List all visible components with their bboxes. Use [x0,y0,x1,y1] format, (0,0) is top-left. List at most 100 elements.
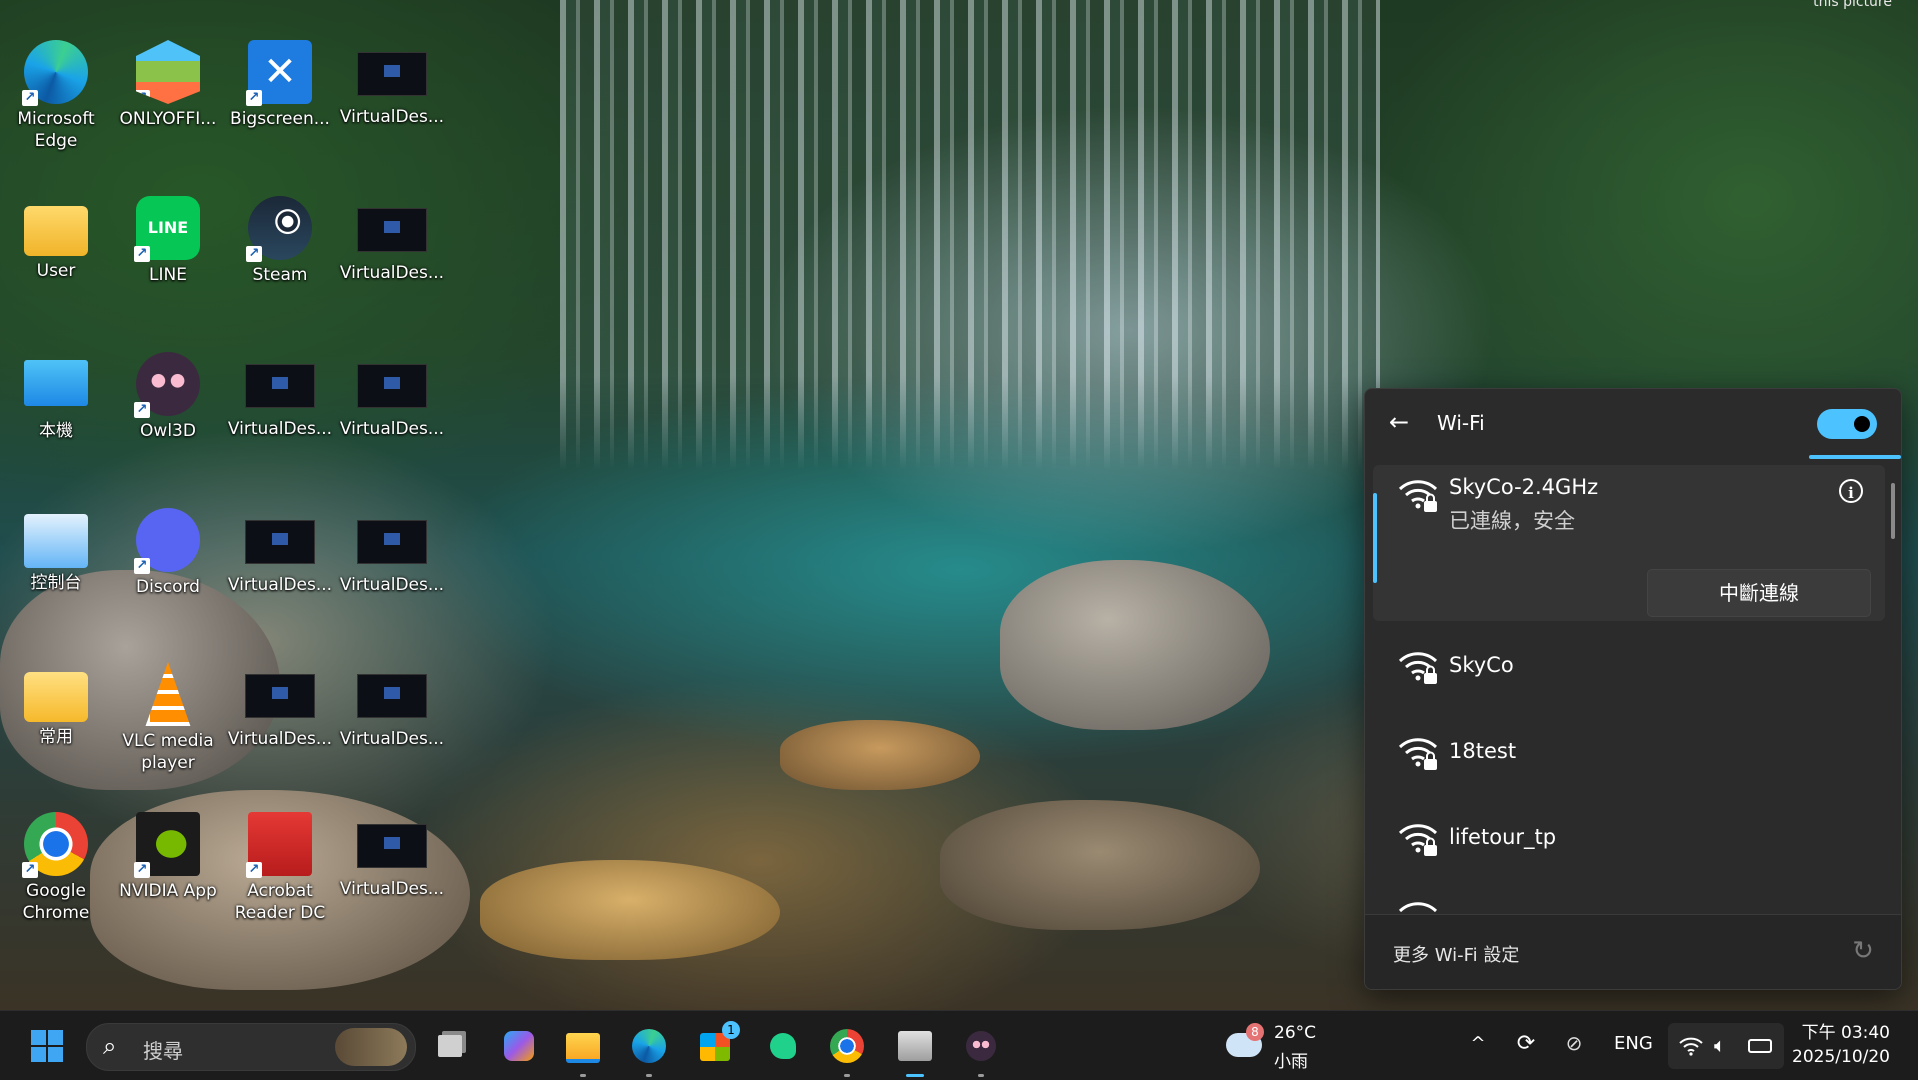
desktop-icon-virtualdesktop-5[interactable]: VirtualDes... [226,508,334,596]
selection-accent-bar [1373,493,1377,583]
discord-icon: ↗ [134,508,200,574]
desktop-icon-this-pc[interactable]: 本機 [2,352,110,442]
line-icon: LINE ↗ [134,196,200,262]
chrome-icon [830,1029,864,1063]
desktop-icon-discord[interactable]: ↗ Discord [114,508,222,598]
taskbar-edge[interactable] [628,1025,670,1077]
wifi-flyout-header: ← Wi-Fi [1365,389,1901,459]
desktop-icon-virtualdesktop-1[interactable]: VirtualDes... [338,40,446,128]
running-indicator [844,1074,850,1077]
virtualdesktop-thumbnail [245,520,315,564]
taskbar-owl3d[interactable] [960,1025,1002,1077]
search-icon: ⌕ [103,1032,117,1060]
wifi-toggle[interactable] [1817,409,1877,439]
desktop-icon-chrome[interactable]: ↗ Google Chrome [2,812,110,924]
icon-label: VirtualDes... [339,729,445,749]
desktop-icon-virtualdesktop-3[interactable]: VirtualDes... [226,352,334,440]
desktop-icon-virtualdesktop-4[interactable]: VirtualDes... [338,352,446,440]
virtualdesktop-thumbnail [357,520,427,564]
taskbar-file-explorer[interactable] [562,1025,604,1077]
desktop-icon-onlyoffice[interactable]: ↗ ONLYOFFI... [114,40,222,130]
icon-label: 本機 [39,421,73,441]
icon-label: User [36,261,76,281]
network-ssid: 18test [1449,739,1517,763]
wifi-icon [1679,1037,1703,1056]
start-button[interactable] [26,1025,68,1067]
icon-label: Acrobat Reader DC [234,881,326,923]
wifi-secured-icon [1398,824,1438,856]
wifi-network-connected[interactable]: SkyCo-2.4GHz 已連線，安全 i 中斷連線 [1373,465,1885,621]
desktop-icon-vlc[interactable]: ↗ VLC media player [114,662,222,774]
desktop-icon-virtualdesktop-8[interactable]: VirtualDes... [338,662,446,750]
info-icon[interactable]: i [1839,479,1863,503]
more-wifi-settings-link[interactable]: 更多 Wi-Fi 設定 [1393,941,1519,967]
wifi-secured-icon [1398,480,1438,512]
taskbar-media-player[interactable] [894,1025,936,1077]
show-hidden-icons-button[interactable]: ^ [1466,1033,1490,1057]
icon-label: VirtualDes... [339,263,445,283]
desktop-icon-owl3d[interactable]: ↗ Owl3D [114,352,222,442]
running-indicator [978,1074,984,1077]
taskbar-store[interactable]: 1 [694,1021,740,1067]
disconnect-button[interactable]: 中斷連線 [1647,569,1871,617]
clock-date: 2025/10/20 [1792,1047,1890,1067]
acrobat-icon: ↗ [246,812,312,878]
wifi-flyout-footer: 更多 Wi-Fi 設定 ↻ [1365,914,1901,989]
desktop-icon-edge[interactable]: ↗ Microsoft Edge [2,40,110,152]
icon-label: Google Chrome [22,881,90,923]
sync-icon[interactable]: ⟳ [1512,1031,1540,1059]
wifi-network-item[interactable]: lifetour_tp [1373,797,1885,883]
icon-label: Steam [252,265,308,285]
desktop-icon-line[interactable]: LINE ↗ LINE [114,196,222,286]
icon-label: VirtualDes... [227,419,333,439]
desktop-icon-steam[interactable]: ↗ Steam [226,196,334,286]
search-placeholder: 搜尋 [143,1039,183,1063]
desktop-icon-virtualdesktop-7[interactable]: VirtualDes... [226,662,334,750]
waterfall-graphic [560,0,1380,470]
icon-label: Bigscreen... [230,109,330,129]
wifi-network-item[interactable]: 18test [1373,711,1885,797]
taskbar-search-box[interactable]: ⌕ 搜尋 [86,1023,416,1071]
wifi-secured-icon [1398,652,1438,684]
desktop-icon-folder[interactable]: 常用 [2,662,110,748]
owl3d-icon [966,1031,996,1061]
back-arrow-icon[interactable]: ← [1387,410,1411,435]
desktop-icon-virtualdesktop-6[interactable]: VirtualDes... [338,508,446,596]
scrollbar-thumb[interactable] [1891,483,1895,539]
network-ssid: lifetour_tp [1449,825,1557,849]
virtualdesktop-thumbnail [357,52,427,96]
task-view-icon [438,1035,462,1057]
desktop-icon-virtualdesktop-9[interactable]: VirtualDes... [338,812,446,900]
wifi-secured-icon [1398,738,1438,770]
taskbar: ⌕ 搜尋 1 8 26°C 小雨 ^ ⟳ ⊘ ENG 🔈︎ 下午 03:40 2… [0,1010,1918,1080]
desktop-icon-bigscreen[interactable]: ✕ ↗ Bigscreen... [226,40,334,130]
taskbar-clock[interactable]: 下午 03:40 2025/10/20 [1792,1021,1890,1069]
icon-label: LINE [149,265,187,285]
taskbar-copilot[interactable] [498,1025,540,1067]
taskbar-app-green[interactable] [762,1025,804,1067]
icon-label: Discord [136,577,200,597]
desktop-icon-virtualdesktop-2[interactable]: VirtualDes... [338,196,446,284]
icon-label: NVIDIA App [119,881,217,901]
desktop-icon-nvidia[interactable]: ↗ NVIDIA App [114,812,222,902]
network-status: 已連線，安全 [1449,509,1575,533]
desktop-icon-control-panel[interactable]: 控制台 [2,508,110,594]
taskbar-chrome[interactable] [826,1025,868,1077]
icon-label: VirtualDes... [227,729,333,749]
task-view-button[interactable] [430,1025,472,1067]
desktop-icon-user[interactable]: User [2,196,110,282]
wifi-network-item-partial[interactable] [1373,883,1885,915]
refresh-icon[interactable]: ↻ [1849,937,1877,965]
wifi-flyout-title: Wi-Fi [1437,411,1485,435]
network-off-icon[interactable]: ⊘ [1560,1031,1588,1059]
language-indicator[interactable]: ENG [1614,1033,1653,1054]
weather-widget[interactable]: 8 26°C 小雨 [1222,1019,1352,1073]
desktop-icon-acrobat[interactable]: ↗ Acrobat Reader DC [226,812,334,924]
icon-label: VirtualDes... [339,575,445,595]
vlc-icon: ↗ [145,662,191,726]
quick-settings-button[interactable]: 🔈︎ [1668,1023,1784,1069]
onlyoffice-icon: ↗ [136,40,200,104]
edge-icon: ↗ [22,40,88,106]
wifi-network-item[interactable]: SkyCo [1373,625,1885,711]
icon-label: VirtualDes... [227,575,333,595]
